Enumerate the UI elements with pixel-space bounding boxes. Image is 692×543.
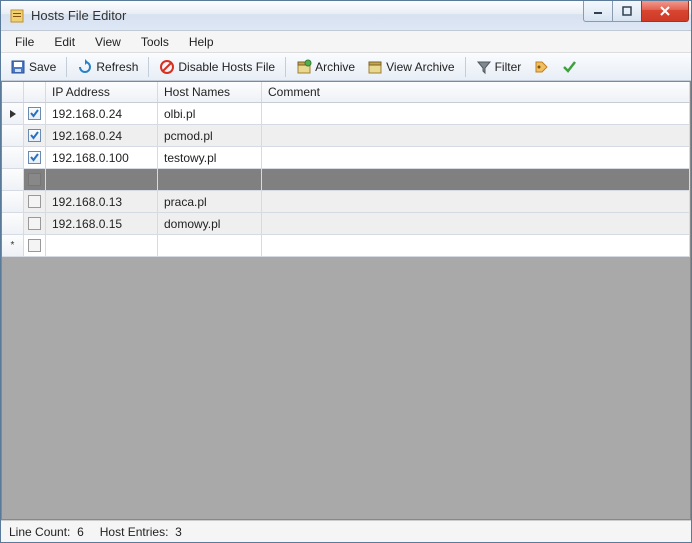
disable-hosts-button[interactable]: Disable Hosts File xyxy=(154,56,280,78)
cell-host[interactable]: praca.pl xyxy=(158,191,262,213)
tag-icon xyxy=(533,59,549,75)
table-row[interactable]: 192.168.0.13praca.pl xyxy=(2,191,690,213)
view-archive-icon xyxy=(367,59,383,75)
status-line-count: Line Count: 6 xyxy=(9,525,84,539)
refresh-button[interactable]: Refresh xyxy=(72,56,143,78)
minimize-button[interactable] xyxy=(583,1,613,22)
save-icon xyxy=(10,59,26,75)
disable-label: Disable Hosts File xyxy=(178,60,275,74)
separator xyxy=(148,57,149,77)
statusbar: Line Count: 6 Host Entries: 3 xyxy=(1,520,691,542)
menu-file[interactable]: File xyxy=(5,32,44,52)
grid-header: IP Address Host Names Comment xyxy=(2,82,690,103)
toolbar-extra-2[interactable] xyxy=(556,56,582,78)
cell-ip[interactable] xyxy=(46,235,158,257)
cell-host[interactable]: domowy.pl xyxy=(158,213,262,235)
separator xyxy=(66,57,67,77)
row-checkbox[interactable] xyxy=(24,191,46,213)
menu-edit[interactable]: Edit xyxy=(44,32,85,52)
separator-row[interactable] xyxy=(2,169,690,191)
hosts-grid: IP Address Host Names Comment 192.168.0.… xyxy=(1,81,691,520)
cell-host[interactable] xyxy=(158,169,262,191)
maximize-button[interactable] xyxy=(612,1,642,22)
check-icon xyxy=(561,59,577,75)
cell-host[interactable]: olbi.pl xyxy=(158,103,262,125)
row-checkbox[interactable] xyxy=(24,103,46,125)
row-marker xyxy=(2,103,24,125)
cell-comment[interactable] xyxy=(262,169,690,191)
header-ip[interactable]: IP Address xyxy=(46,82,158,102)
menu-help[interactable]: Help xyxy=(179,32,224,52)
header-marker[interactable] xyxy=(2,82,24,102)
cell-comment[interactable] xyxy=(262,147,690,169)
table-row[interactable]: 192.168.0.24olbi.pl xyxy=(2,103,690,125)
status-host-entries: Host Entries: 3 xyxy=(100,525,182,539)
archive-icon xyxy=(296,59,312,75)
new-row[interactable]: * xyxy=(2,235,690,257)
app-window: Hosts File Editor File Edit View Tools H… xyxy=(0,0,692,543)
close-button[interactable] xyxy=(641,1,689,22)
cell-ip[interactable]: 192.168.0.15 xyxy=(46,213,158,235)
refresh-label: Refresh xyxy=(96,60,138,74)
toolbar: Save Refresh Disable Hosts File Archive … xyxy=(1,53,691,81)
cell-comment[interactable] xyxy=(262,191,690,213)
cell-host[interactable] xyxy=(158,235,262,257)
row-checkbox[interactable] xyxy=(24,213,46,235)
row-checkbox[interactable] xyxy=(24,169,46,191)
grid-body: 192.168.0.24olbi.pl192.168.0.24pcmod.pl1… xyxy=(2,103,690,257)
window-controls xyxy=(584,1,689,22)
cell-ip[interactable]: 192.168.0.100 xyxy=(46,147,158,169)
cell-ip[interactable]: 192.168.0.24 xyxy=(46,103,158,125)
row-marker xyxy=(2,125,24,147)
disable-icon xyxy=(159,59,175,75)
row-marker xyxy=(2,191,24,213)
row-marker: * xyxy=(2,235,24,257)
save-button[interactable]: Save xyxy=(5,56,61,78)
filter-label: Filter xyxy=(495,60,522,74)
menu-tools[interactable]: Tools xyxy=(131,32,179,52)
cell-host[interactable]: testowy.pl xyxy=(158,147,262,169)
table-row[interactable]: 192.168.0.100testowy.pl xyxy=(2,147,690,169)
row-marker xyxy=(2,213,24,235)
save-label: Save xyxy=(29,60,56,74)
cell-comment[interactable] xyxy=(262,103,690,125)
window-title: Hosts File Editor xyxy=(31,8,584,23)
archive-button[interactable]: Archive xyxy=(291,56,360,78)
archive-label: Archive xyxy=(315,60,355,74)
row-checkbox[interactable] xyxy=(24,147,46,169)
titlebar: Hosts File Editor xyxy=(1,1,691,31)
cell-comment[interactable] xyxy=(262,235,690,257)
cell-ip[interactable]: 192.168.0.13 xyxy=(46,191,158,213)
menubar: File Edit View Tools Help xyxy=(1,31,691,53)
cell-host[interactable]: pcmod.pl xyxy=(158,125,262,147)
header-comment[interactable]: Comment xyxy=(262,82,690,102)
app-icon xyxy=(9,8,25,24)
cell-comment[interactable] xyxy=(262,125,690,147)
separator xyxy=(285,57,286,77)
table-row[interactable]: 192.168.0.24pcmod.pl xyxy=(2,125,690,147)
header-checkbox[interactable] xyxy=(24,82,46,102)
separator xyxy=(465,57,466,77)
row-checkbox[interactable] xyxy=(24,235,46,257)
row-marker xyxy=(2,169,24,191)
refresh-icon xyxy=(77,59,93,75)
cell-ip[interactable]: 192.168.0.24 xyxy=(46,125,158,147)
toolbar-extra-1[interactable] xyxy=(528,56,554,78)
cell-comment[interactable] xyxy=(262,213,690,235)
view-archive-label: View Archive xyxy=(386,60,454,74)
view-archive-button[interactable]: View Archive xyxy=(362,56,459,78)
cell-ip[interactable] xyxy=(46,169,158,191)
table-row[interactable]: 192.168.0.15domowy.pl xyxy=(2,213,690,235)
filter-icon xyxy=(476,59,492,75)
filter-button[interactable]: Filter xyxy=(471,56,527,78)
row-marker xyxy=(2,147,24,169)
menu-view[interactable]: View xyxy=(85,32,131,52)
header-host[interactable]: Host Names xyxy=(158,82,262,102)
row-checkbox[interactable] xyxy=(24,125,46,147)
